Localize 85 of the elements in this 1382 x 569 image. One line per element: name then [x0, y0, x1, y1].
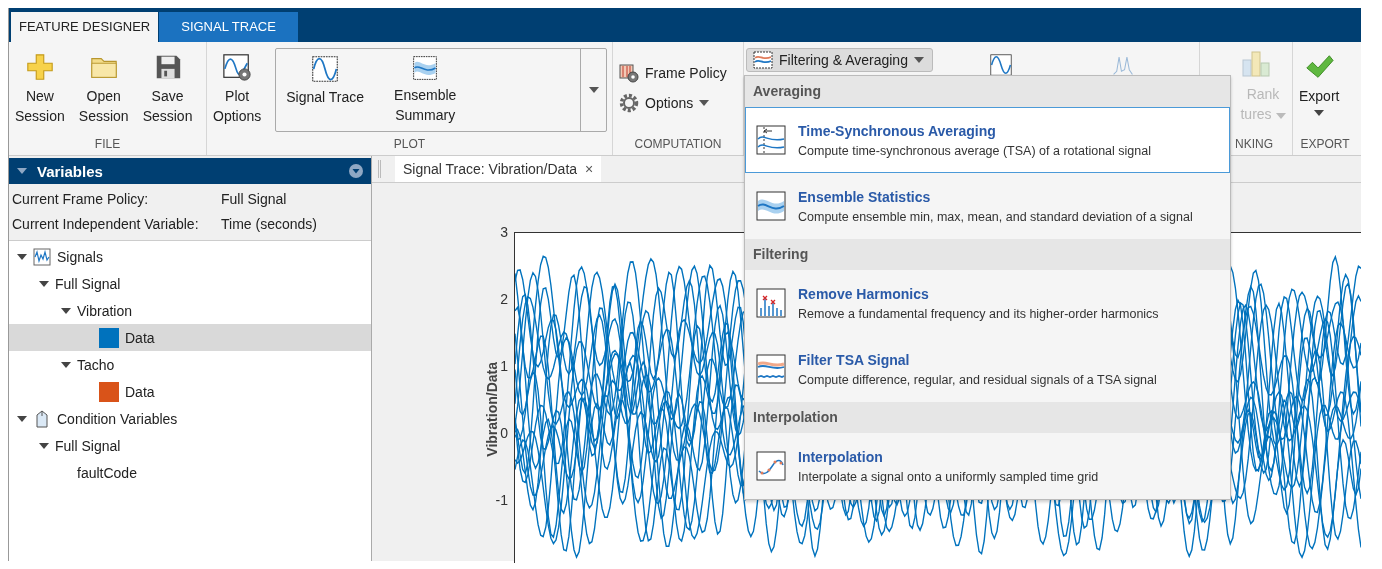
tree-item[interactable]: Tacho	[9, 351, 371, 378]
menu-item[interactable]: Time-Synchronous Averaging Compute time-synchronous average (TSA) of a rotational signal	[745, 107, 1230, 173]
menu-group-heading: Filtering	[745, 239, 1230, 270]
sine-wave-icon	[311, 55, 340, 83]
menu-item-title: Interpolation	[798, 448, 884, 465]
expand-caret-icon	[17, 253, 27, 260]
menu-item-title: Ensemble Statistics	[798, 188, 932, 205]
plot-options-button[interactable]: Plot Options	[207, 48, 268, 130]
tree-item[interactable]: Vibration	[9, 297, 371, 324]
ensemble-summary-button[interactable]: Ensemble Summary	[384, 49, 467, 131]
plot-gear-icon	[222, 52, 253, 82]
menu-item-title: Time-Synchronous Averaging	[798, 122, 997, 139]
info-label: Current Frame Policy:	[12, 190, 150, 207]
section-label: FILE	[93, 137, 122, 153]
menu-item-description: Remove a fundamental frequency and its higher-order harmonics	[798, 306, 1159, 321]
y-tick-label: 0	[500, 425, 508, 441]
y-tick-label: 3	[500, 224, 508, 240]
filtered-signal-icon	[756, 354, 786, 384]
filtering-dropdown[interactable]: Filtering & Averaging	[746, 48, 933, 72]
frame-gear-icon	[619, 63, 639, 83]
menu-item-description: Compute time-synchronous average (TSA) of a rotational signal	[798, 143, 1151, 158]
expand-caret-icon	[61, 307, 71, 314]
y-axis-label: Vibration/Data	[484, 362, 500, 457]
panel-menu-icon[interactable]	[349, 164, 363, 178]
menu-item[interactable]: Ensemble Statistics Compute ensemble min, max, mean, and standard deviation of a signal	[745, 173, 1230, 239]
band-wave-icon	[756, 191, 786, 221]
tree-item[interactable]: Data	[9, 324, 371, 351]
collapse-icon[interactable]	[17, 168, 27, 174]
caret-icon	[588, 87, 599, 93]
y-tick-label: 1	[500, 358, 508, 374]
expand-caret-icon	[17, 415, 27, 422]
menu-item-title: Remove Harmonics	[798, 285, 930, 302]
info-value: Time (seconds)	[221, 215, 317, 232]
menu-item[interactable]: Remove Harmonics Remove a fundamental frequency and its higher-order harmonics	[745, 270, 1230, 336]
expand-caret-icon	[61, 361, 71, 368]
menu-item-description: Interpolate a signal onto a uniformly sampled time grid	[798, 469, 1099, 484]
caret-icon	[699, 100, 710, 106]
signal-trace-button[interactable]: Signal Trace	[276, 49, 375, 131]
menu-group-heading: Interpolation	[745, 402, 1230, 433]
ribbon-tab[interactable]: FEATURE DESIGNER	[11, 12, 159, 42]
interpolation-icon	[756, 451, 786, 481]
section-label: EXPORT	[1299, 137, 1351, 153]
tree-item[interactable]: Full Signal	[9, 270, 371, 297]
y-tick-label: 2	[500, 291, 508, 307]
ribbon-tab[interactable]: SIGNAL TRACE	[159, 12, 298, 42]
averaging-plot-icon	[756, 125, 786, 155]
options-dropdown[interactable]: Options	[619, 90, 710, 116]
section-label: COMPUTATION	[633, 137, 723, 153]
filter-plot-icon	[753, 50, 773, 70]
tag-icon	[33, 409, 51, 428]
tree-item[interactable]: Full Signal	[9, 432, 371, 459]
menu-item-description: Compute ensemble min, max, mean, and standard deviation of a signal	[798, 209, 1193, 224]
caret-icon	[1314, 110, 1325, 116]
save-session-button[interactable]: Save Session	[136, 48, 199, 130]
frame-policy-button[interactable]: Frame Policy	[619, 60, 727, 86]
open-session-button[interactable]: Open Session	[72, 48, 135, 130]
y-tick-label: -1	[495, 492, 508, 508]
menu-item[interactable]: Interpolation Interpolate a signal onto a uniformly sampled time grid	[745, 433, 1230, 499]
tree-item[interactable]: Data	[9, 378, 371, 405]
signal-icon	[33, 247, 51, 266]
tree-item[interactable]: Condition Variables	[9, 405, 371, 432]
export-button[interactable]: Export	[1293, 48, 1346, 120]
tree-item[interactable]: faultCode	[9, 459, 371, 486]
caret-icon	[1275, 113, 1286, 119]
podium-icon	[1241, 48, 1271, 78]
menu-item-description: Compute difference, regular, and residual signals of a TSA signal	[798, 372, 1157, 387]
section-label: NKING	[1234, 137, 1274, 153]
menu-item[interactable]: Filter TSA Signal Compute difference, regular, and residual signals of a TSA signal	[745, 336, 1230, 402]
panel-title: Variables	[37, 162, 103, 180]
new-session-button[interactable]: New Session	[9, 48, 71, 130]
band-wave-icon	[411, 55, 440, 81]
info-value: Full Signal	[221, 190, 287, 207]
expand-caret-icon	[39, 280, 49, 287]
document-tab[interactable]: Signal Trace: Vibration/Data ×	[395, 156, 602, 182]
settings-icon	[619, 93, 639, 113]
menu-group-heading: Averaging	[745, 76, 1230, 107]
tree-item[interactable]: Signals	[9, 243, 371, 270]
plus-icon	[24, 52, 55, 82]
info-label: Current Independent Variable:	[12, 215, 200, 232]
expand-caret-icon	[39, 442, 49, 449]
caret-icon	[913, 57, 924, 63]
close-tab-button[interactable]: ×	[585, 161, 594, 177]
menu-item-title: Filter TSA Signal	[798, 351, 911, 368]
harmonics-icon	[756, 288, 786, 318]
section-label: PLOT	[392, 137, 427, 153]
